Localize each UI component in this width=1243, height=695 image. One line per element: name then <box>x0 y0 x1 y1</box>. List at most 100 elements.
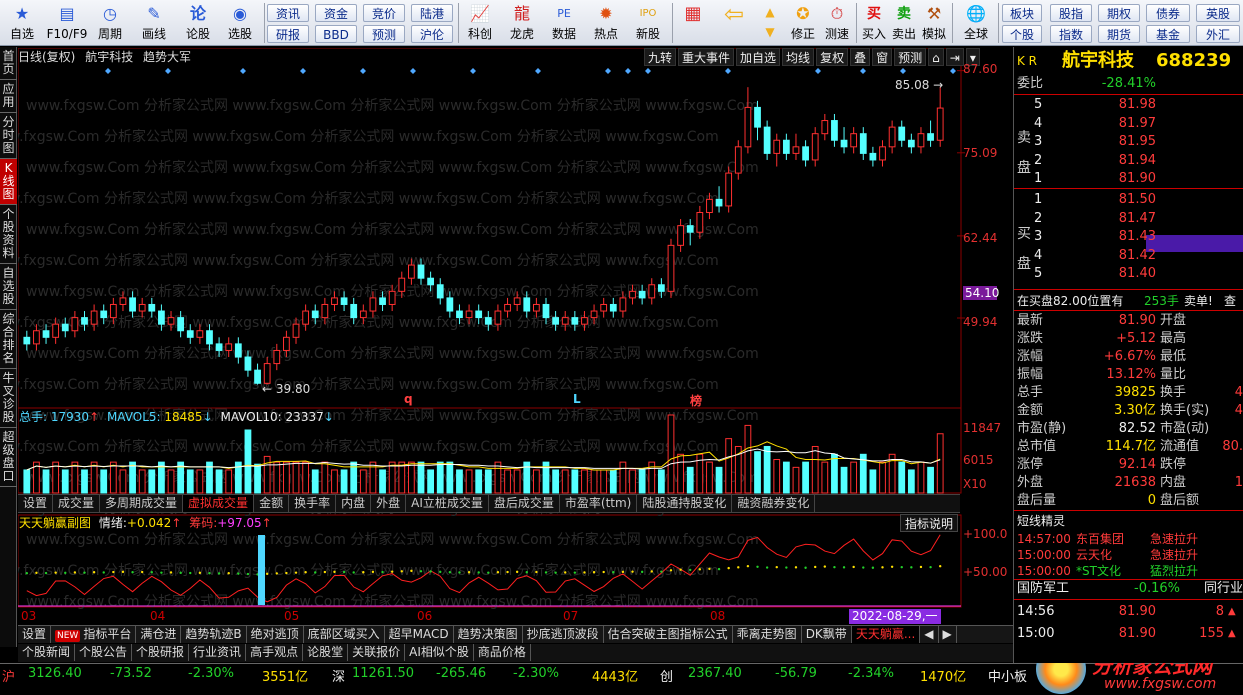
event-diamond[interactable] <box>360 68 366 74</box>
indicator-tab[interactable]: 融资融券变化 <box>732 495 816 512</box>
candle-body[interactable] <box>158 310 165 325</box>
indicator-tab[interactable]: 多周期成交量 <box>100 495 184 512</box>
indicator-tab[interactable]: 盘后成交量 <box>489 495 560 512</box>
indicator-help-button[interactable]: 指标说明 <box>900 514 959 532</box>
indicator-tab[interactable]: 成交量 <box>53 495 101 512</box>
candle-body[interactable] <box>302 310 310 325</box>
formula-tab[interactable]: 底部区域买入 <box>304 626 385 643</box>
indicator-tab[interactable]: 外盘 <box>371 495 407 512</box>
tab-diagnosis[interactable]: 牛叉诊股 <box>0 369 17 428</box>
candle-body[interactable] <box>504 303 511 312</box>
futures-button[interactable]: 期货 <box>1098 25 1140 43</box>
candle-body[interactable] <box>167 317 175 325</box>
tab-kline[interactable]: K线图 <box>0 159 17 205</box>
lock-icon[interactable]: ⌂ <box>928 48 944 66</box>
formula-tab[interactable]: DK飘带 <box>802 626 852 643</box>
tab-timeshare[interactable]: 分时图 <box>0 113 17 159</box>
candle-body[interactable] <box>379 297 386 305</box>
candle-body[interactable] <box>840 139 848 148</box>
candle-body[interactable] <box>61 323 69 332</box>
candle-body[interactable] <box>119 297 127 305</box>
candle-body[interactable] <box>552 317 559 325</box>
speed-test-button[interactable]: ⏱ 测速 <box>822 2 852 44</box>
indicator-tab[interactable]: 市盈率(ttm) <box>560 495 638 512</box>
candle-body[interactable] <box>23 336 31 345</box>
predict-button[interactable]: 预测 <box>894 48 927 66</box>
sell-level-row[interactable]: 3 81.95 <box>1014 133 1243 151</box>
candle-body[interactable] <box>811 133 819 161</box>
scroll-right-icon[interactable]: ▶ <box>939 626 957 643</box>
sector-row[interactable]: 国防军工 -0.16% 同行业 <box>1014 580 1243 598</box>
candle-body[interactable] <box>148 303 156 312</box>
candle-body[interactable] <box>81 317 88 325</box>
indicator-name-label[interactable]: 趋势大军 <box>143 50 191 64</box>
candle-body[interactable] <box>581 317 588 325</box>
scroll-left-icon[interactable]: ◀ <box>920 626 939 643</box>
candle-body[interactable] <box>109 303 117 319</box>
candle-body[interactable] <box>879 146 886 161</box>
candle-body[interactable] <box>513 297 521 305</box>
candle-body[interactable] <box>206 330 213 345</box>
window-button[interactable]: 窗 <box>872 48 893 66</box>
candle-body[interactable] <box>42 330 50 338</box>
candle-body[interactable] <box>456 310 463 319</box>
formula-tab[interactable]: 乖离走势图 <box>733 626 802 643</box>
formula-tab[interactable]: 趋势轨迹B <box>181 626 247 643</box>
candle-body[interactable] <box>888 126 896 148</box>
candle-body[interactable] <box>523 297 531 312</box>
buy-level-row[interactable]: 1 81.50 <box>1014 191 1243 209</box>
candle-body[interactable] <box>254 369 261 384</box>
event-diamond[interactable] <box>535 68 541 74</box>
candle-body[interactable] <box>869 152 877 161</box>
candle-body[interactable] <box>802 146 809 161</box>
candle-body[interactable] <box>696 212 704 233</box>
candle-body[interactable] <box>340 297 348 305</box>
forecast-button[interactable]: 预测 <box>363 25 405 43</box>
tab-apps[interactable]: 应用 <box>0 80 17 113</box>
funds-market-button[interactable]: 基金 <box>1146 25 1190 43</box>
formula-tab-active[interactable]: 天天躺赢... <box>851 626 921 643</box>
stock-picker-button[interactable]: ◉ 选股 <box>222 2 258 44</box>
hk-connect-button[interactable]: 陆港 <box>411 4 453 22</box>
options-button[interactable]: 期权 <box>1098 4 1140 22</box>
info-tab[interactable]: 个股公告 <box>75 644 133 661</box>
candle-body[interactable] <box>638 290 646 299</box>
up-down-button[interactable]: ▲ ▼ <box>758 2 782 44</box>
candle-body[interactable] <box>754 106 761 128</box>
peer-label[interactable]: 同行业 <box>1204 580 1243 598</box>
buy-level-row[interactable]: 4 81.42 <box>1014 247 1243 265</box>
period-label[interactable]: 日线(复权) <box>18 50 75 64</box>
candle-body[interactable] <box>484 317 492 325</box>
candle-body[interactable] <box>475 310 483 319</box>
candle-body[interactable] <box>263 363 271 384</box>
candle-body[interactable] <box>859 133 867 154</box>
formula-tab-platform[interactable]: NEW 指标平台 <box>51 626 137 643</box>
candle-body[interactable] <box>706 198 713 214</box>
candle-body[interactable] <box>244 356 252 371</box>
candle-body[interactable] <box>186 330 194 338</box>
candle-body[interactable] <box>715 198 723 207</box>
event-diamond[interactable] <box>470 68 476 74</box>
formula-tab[interactable]: 超早MACD <box>385 626 454 643</box>
candle-body[interactable] <box>100 310 108 319</box>
candle-body[interactable] <box>52 323 60 338</box>
event-diamond[interactable] <box>725 68 731 74</box>
event-diamond[interactable] <box>240 68 246 74</box>
candle-body[interactable] <box>821 120 829 135</box>
candle-body[interactable] <box>773 139 781 154</box>
buy-level-row[interactable]: 2 81.47 <box>1014 210 1243 228</box>
candle-body[interactable] <box>283 336 290 351</box>
draw-line-button[interactable]: ✎ 画线 <box>136 2 172 44</box>
candle-body[interactable] <box>782 139 790 154</box>
info-tab[interactable]: 关联报价 <box>348 644 406 661</box>
candle-body[interactable] <box>792 146 800 154</box>
formula-tab[interactable]: 绝对逃顶 <box>247 626 304 643</box>
tab-home[interactable]: 首页 <box>0 47 17 80</box>
candle-body[interactable] <box>388 290 396 305</box>
info-tab[interactable]: 高手观点 <box>246 644 304 661</box>
formula-tab[interactable]: 满仓进 <box>136 626 182 643</box>
candle-body[interactable] <box>398 277 406 292</box>
info-tab[interactable]: 商品价格 <box>474 644 531 661</box>
event-marker[interactable]: q <box>404 392 413 406</box>
tab-super-level2[interactable]: 超级盘口 <box>0 428 17 487</box>
